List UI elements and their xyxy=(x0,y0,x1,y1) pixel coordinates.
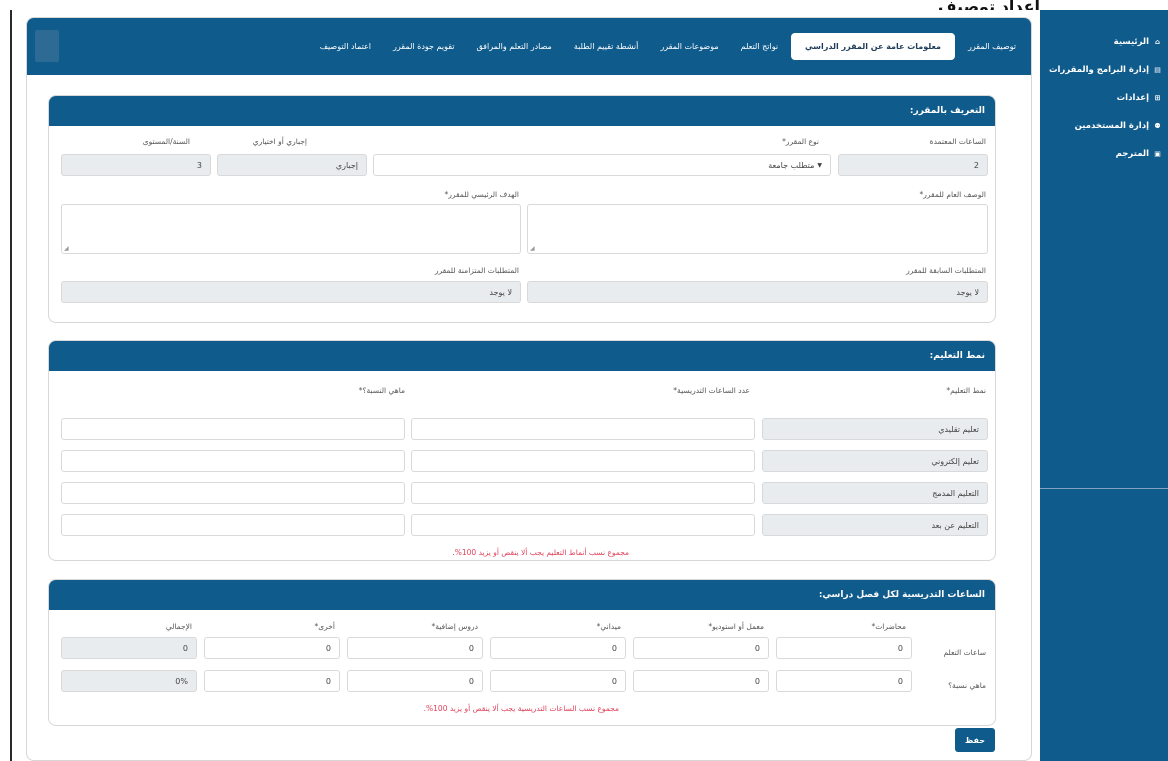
learning-hours-row-label: ساعات التعلم xyxy=(943,648,987,657)
settings-icon: ⊞ xyxy=(1154,94,1161,102)
year-level-field[interactable]: 3 xyxy=(61,154,211,176)
lectures-hours-input[interactable]: 0 xyxy=(776,637,912,659)
percentage-row-label: ماهي نسبة؟ xyxy=(948,681,986,690)
lectures-percent-input[interactable]: 0 xyxy=(776,670,912,692)
field-hours-input[interactable]: 0 xyxy=(490,637,626,659)
mode-traditional-label: تعليم تقليدي xyxy=(762,418,988,440)
chevron-down-icon: ▼ xyxy=(817,161,822,169)
column-header-mode: نمط التعليم* xyxy=(946,386,986,395)
card-title: التعريف بالمقرر: xyxy=(49,96,995,126)
main-goal-label: الهدف الرئيسي للمقرر* xyxy=(444,190,519,199)
sidebar-item-label: إعدادات xyxy=(1116,93,1149,103)
card-title: الساعات التدريسية لكل فصل دراسي: xyxy=(49,580,995,610)
column-header-lab: معمل أو استوديو* xyxy=(708,622,764,631)
hours-input-distance[interactable] xyxy=(411,514,755,536)
tab-general-info[interactable]: معلومات عامة عن المقرر الدراسي xyxy=(791,33,955,60)
mandatory-field[interactable]: إجباري xyxy=(217,154,367,176)
percent-input-blended[interactable] xyxy=(61,482,405,504)
percent-input-distance[interactable] xyxy=(61,514,405,536)
tab-bar: توصيف المقرر معلومات عامة عن المقرر الدر… xyxy=(27,18,1031,75)
extra-lessons-hours-input[interactable]: 0 xyxy=(347,637,483,659)
resize-grip-icon[interactable]: ◢ xyxy=(530,245,535,252)
total-hours-field: 0 xyxy=(61,637,197,659)
mode-distance-label: التعليم عن بعد xyxy=(762,514,988,536)
column-header-percent: ماهي النسبة؟* xyxy=(358,386,405,395)
tab-resources[interactable]: مصادر التعلم والمرافق xyxy=(465,34,562,59)
prerequisites-label: المتطلبات السابقة للمقرر xyxy=(906,266,986,275)
sidebar-item-users[interactable]: ⚉ إدارة المستخدمين xyxy=(1040,112,1168,140)
course-type-select[interactable]: ▼ متطلب جامعة xyxy=(373,154,831,176)
course-form-panel: توصيف المقرر معلومات عامة عن المقرر الدر… xyxy=(26,17,1032,761)
sidebar-item-settings[interactable]: ⊞ إعدادات xyxy=(1040,84,1168,112)
mode-blended-label: التعليم المدمج xyxy=(762,482,988,504)
save-button[interactable]: حفظ xyxy=(955,728,995,752)
other-hours-input[interactable]: 0 xyxy=(204,637,340,659)
sidebar-item-home[interactable]: ⌂ الرئيسية xyxy=(1040,28,1168,56)
sidebar-item-label: إدارة المستخدمين xyxy=(1074,121,1149,131)
course-type-value: متطلب جامعة xyxy=(768,160,815,170)
column-header-lectures: محاضرات* xyxy=(871,622,906,631)
translate-icon: ▣ xyxy=(1154,150,1161,158)
hours-input-blended[interactable] xyxy=(411,482,755,504)
column-header-other: أخرى* xyxy=(314,622,335,631)
tab-course-topics[interactable]: موضوعات المقرر xyxy=(649,34,729,59)
tab-approval[interactable]: اعتماد التوصيف xyxy=(309,34,382,59)
book-icon: ▤ xyxy=(1154,66,1161,74)
lab-percent-input[interactable]: 0 xyxy=(633,670,769,692)
page-title: إعداد توصيف المقرر xyxy=(937,0,1040,10)
hours-input-elearning[interactable] xyxy=(411,450,755,472)
mode-elearning-label: تعليم إلكتروني xyxy=(762,450,988,472)
corequisites-label: المتطلبات المتزامنة للمقرر xyxy=(434,266,519,275)
corequisites-field[interactable]: لا يوجد xyxy=(61,281,521,303)
prerequisites-field[interactable]: لا يوجد xyxy=(527,281,988,303)
sidebar-item-label: الرئيسية xyxy=(1113,37,1149,47)
tab-assessment[interactable]: أنشطة تقييم الطلبة xyxy=(563,34,650,59)
teaching-hours-card: الساعات التدريسية لكل فصل دراسي: محاضرات… xyxy=(48,579,996,726)
course-info-card: التعريف بالمقرر: الساعات المعتمدة 2 نوع … xyxy=(48,95,996,323)
course-type-label: نوع المقرر* xyxy=(782,137,819,146)
learning-mode-validation-note: مجموع نسب أنماط التعليم يجب ألا ينقص أو … xyxy=(452,548,629,557)
users-icon: ⚉ xyxy=(1154,122,1161,130)
teaching-hours-validation-note: مجموع نسب الساعات التدريسية يجب ألا ينقص… xyxy=(423,704,619,713)
tab-course-description[interactable]: توصيف المقرر xyxy=(957,34,1027,59)
percent-input-elearning[interactable] xyxy=(61,450,405,472)
sidebar-divider xyxy=(1040,488,1168,489)
main-frame: توصيف المقرر معلومات عامة عن المقرر الدر… xyxy=(10,10,1040,761)
column-header-hours: عدد الساعات التدريسية* xyxy=(673,386,750,395)
general-description-label: الوصف العام للمقرر* xyxy=(919,190,986,199)
sidebar-item-label: المترجم xyxy=(1115,149,1149,159)
column-header-total: الإجمالي xyxy=(165,622,192,631)
mandatory-label: إجباري أو اختياري xyxy=(252,137,307,146)
avatar xyxy=(35,30,59,62)
column-header-field: ميداني* xyxy=(596,622,621,631)
tab-quality[interactable]: تقويم جودة المقرر xyxy=(382,34,465,59)
total-percent-field: 0% xyxy=(61,670,197,692)
tab-learning-outcomes[interactable]: نواتج التعلم xyxy=(730,34,789,59)
resize-grip-icon[interactable]: ◢ xyxy=(64,245,69,252)
year-level-label: السنة/المستوى xyxy=(142,137,190,146)
sidebar-item-programs[interactable]: ▤ إدارة البرامج والمقررات xyxy=(1040,56,1168,84)
credit-hours-field[interactable]: 2 xyxy=(838,154,988,176)
sidebar: ⌂ الرئيسية ▤ إدارة البرامج والمقررات ⊞ إ… xyxy=(1040,10,1168,761)
column-header-extra: دروس إضافية* xyxy=(431,622,478,631)
main-goal-textarea[interactable]: ◢ xyxy=(61,204,521,254)
field-percent-input[interactable]: 0 xyxy=(490,670,626,692)
hours-input-traditional[interactable] xyxy=(411,418,755,440)
lab-hours-input[interactable]: 0 xyxy=(633,637,769,659)
sidebar-item-translator[interactable]: ▣ المترجم xyxy=(1040,140,1168,168)
extra-lessons-percent-input[interactable]: 0 xyxy=(347,670,483,692)
general-description-textarea[interactable]: ◢ xyxy=(527,204,988,254)
percent-input-traditional[interactable] xyxy=(61,418,405,440)
house-icon: ⌂ xyxy=(1154,38,1160,46)
other-percent-input[interactable]: 0 xyxy=(204,670,340,692)
card-title: نمط التعليم: xyxy=(49,341,995,371)
sidebar-item-label: إدارة البرامج والمقررات xyxy=(1048,65,1149,75)
credit-hours-label: الساعات المعتمدة xyxy=(929,137,986,146)
learning-mode-card: نمط التعليم: نمط التعليم* عدد الساعات ال… xyxy=(48,340,996,561)
